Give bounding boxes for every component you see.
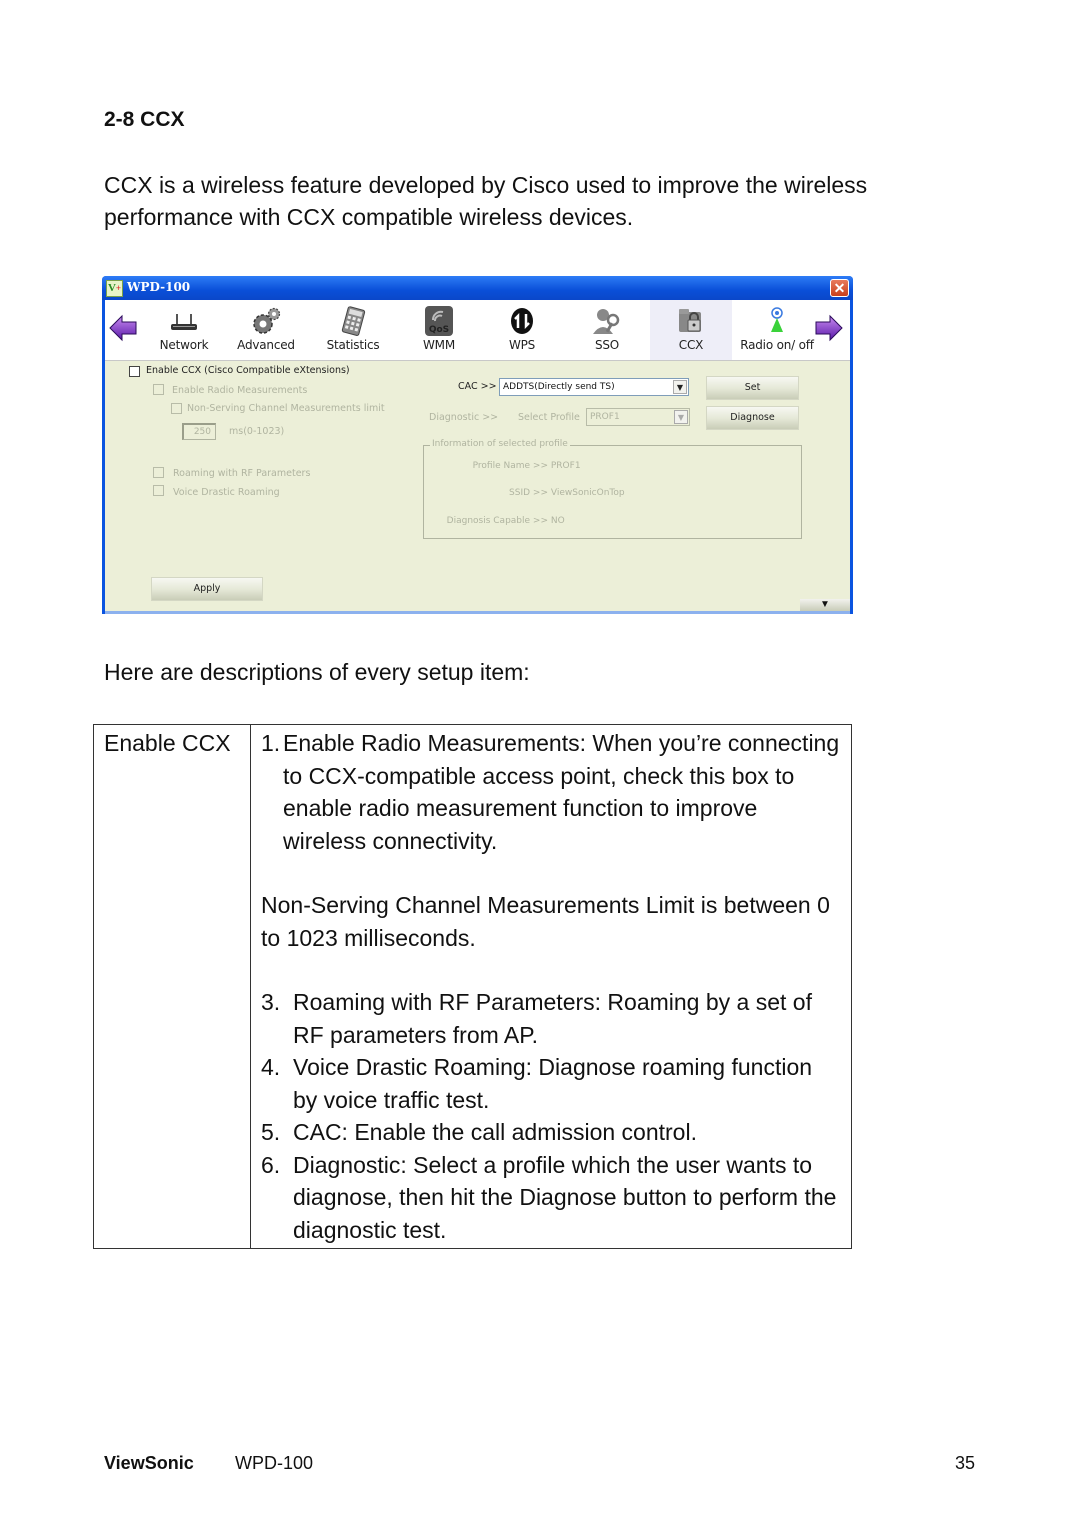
wps-icon [511, 308, 533, 334]
apply-button[interactable]: Apply [151, 577, 263, 601]
user-key-icon [593, 309, 620, 334]
non-serving-label: Non-Serving Channel Measurements limit [187, 403, 385, 414]
item-description-cell: 1. Enable Radio Measurements: When you’re… [250, 724, 852, 1249]
radio-measurements-label: Enable Radio Measurements [172, 385, 308, 396]
chevron-down-icon: ▼ [674, 410, 688, 424]
list-item: 4. Voice Drastic Roaming: Diagnose roamin… [261, 1054, 813, 1113]
tab-label: Advanced [237, 338, 295, 352]
title-bar: V+ WPD-100 ✕ [102, 276, 853, 300]
voice-roaming-checkbox[interactable] [153, 485, 164, 496]
tab-label: SSO [594, 338, 620, 352]
limit-unit-label: ms(0-1023) [229, 426, 285, 437]
non-serving-checkbox[interactable] [171, 403, 182, 414]
intro-paragraph: CCX is a wireless feature developed by C… [104, 172, 868, 230]
tab-radio[interactable]: Radio on/ off [732, 300, 822, 360]
tab-label: WPS [508, 338, 536, 352]
app-window: V+ WPD-100 ✕ Network Advanced Statistics… [102, 276, 853, 614]
list-item: 3. Roaming with RF Parameters: Roaming by… [261, 989, 812, 1048]
list-item: Non-Serving Channel Measurements Limit i… [261, 892, 830, 951]
tab-label: Radio on/ off [740, 338, 814, 352]
profile-info-group: Information of selected profile Profile … [423, 439, 802, 539]
calculator-icon [341, 306, 366, 336]
info-row-ssid: SSID >> ViewSonicOnTop [509, 488, 625, 498]
tab-advanced[interactable]: Advanced [225, 300, 307, 360]
folder-lock-icon [679, 309, 701, 332]
cac-label: CAC >> [458, 381, 497, 392]
descriptions-intro: Here are descriptions of every setup ite… [104, 659, 530, 685]
window-title: WPD-100 [127, 280, 191, 294]
diagnostic-label: Diagnostic >> [429, 412, 499, 423]
list-item: 5. CAC: Enable the call admission control… [261, 1119, 697, 1145]
tab-label: CCX [678, 338, 704, 352]
cac-select[interactable]: ADDTS(Directly send TS) ▼ [499, 378, 689, 396]
enable-ccx-checkbox[interactable] [129, 366, 140, 377]
enable-ccx-label: Enable CCX (Cisco Compatible eXtensions) [146, 365, 350, 376]
measurement-limit-input[interactable]: 250 [182, 423, 216, 440]
chevron-down-icon: ▼ [673, 380, 687, 394]
roaming-rf-checkbox[interactable] [153, 467, 164, 478]
app-logo-icon: V+ [106, 280, 123, 297]
tab-sso[interactable]: SSO [566, 300, 648, 360]
toolbar: Network Advanced Statistics QoS WMM WPS … [105, 300, 850, 361]
window-bottom-border [105, 611, 850, 614]
table-row: Enable CCX 1. Enable Radio Measurements: … [93, 724, 852, 1249]
select-profile-label: Select Profile [518, 412, 580, 423]
antenna-icon [771, 307, 783, 332]
section-heading: 2-8 CCX [104, 108, 185, 131]
voice-roaming-label: Voice Drastic Roaming [173, 487, 280, 498]
back-arrow-icon[interactable] [108, 314, 138, 342]
tab-ccx[interactable]: CCX [650, 300, 732, 360]
diagnose-button[interactable]: Diagnose [706, 406, 799, 430]
gears-icon [253, 307, 281, 334]
forward-arrow-icon[interactable] [814, 314, 844, 342]
tab-label: Statistics [326, 338, 380, 352]
list-item: 1. Enable Radio Measurements: When you’re… [261, 730, 840, 854]
footer-brand: ViewSonic [104, 1453, 194, 1473]
set-button[interactable]: Set [706, 376, 799, 400]
profile-value: PROF1 [590, 412, 620, 422]
scroll-down-button[interactable]: ▼ [800, 599, 850, 611]
footer-model: WPD-100 [235, 1453, 314, 1473]
tab-statistics[interactable]: Statistics [312, 300, 394, 360]
page-number: 35 [955, 1453, 976, 1473]
list-item: 6. Diagnostic: Select a profile which the… [261, 1151, 837, 1243]
tab-network[interactable]: Network [143, 300, 225, 360]
profile-info-legend: Information of selected profile [430, 439, 570, 449]
descriptions-table: Enable CCX 1. Enable Radio Measurements: … [93, 724, 852, 1249]
close-button[interactable]: ✕ [830, 279, 849, 297]
tab-wmm[interactable]: QoS WMM [398, 300, 480, 360]
profile-select[interactable]: PROF1 ▼ [586, 408, 690, 426]
tab-wps[interactable]: WPS [481, 300, 563, 360]
info-row-diagnosis-capable: Diagnosis Capable >> NO [446, 516, 565, 526]
router-icon [171, 314, 197, 330]
tab-label: WMM [423, 338, 455, 352]
cac-value: ADDTS(Directly send TS) [503, 382, 615, 392]
svg-text:QoS: QoS [429, 325, 449, 335]
radio-measurements-checkbox[interactable] [153, 384, 164, 395]
ccx-panel: Enable CCX (Cisco Compatible eXtensions)… [105, 361, 850, 611]
roaming-rf-label: Roaming with RF Parameters [173, 468, 311, 479]
qos-icon: QoS [425, 306, 453, 336]
item-name-cell: Enable CCX [93, 724, 251, 1249]
tab-label: Network [159, 338, 209, 352]
info-row-profile-name: Profile Name >> PROF1 [472, 461, 581, 471]
